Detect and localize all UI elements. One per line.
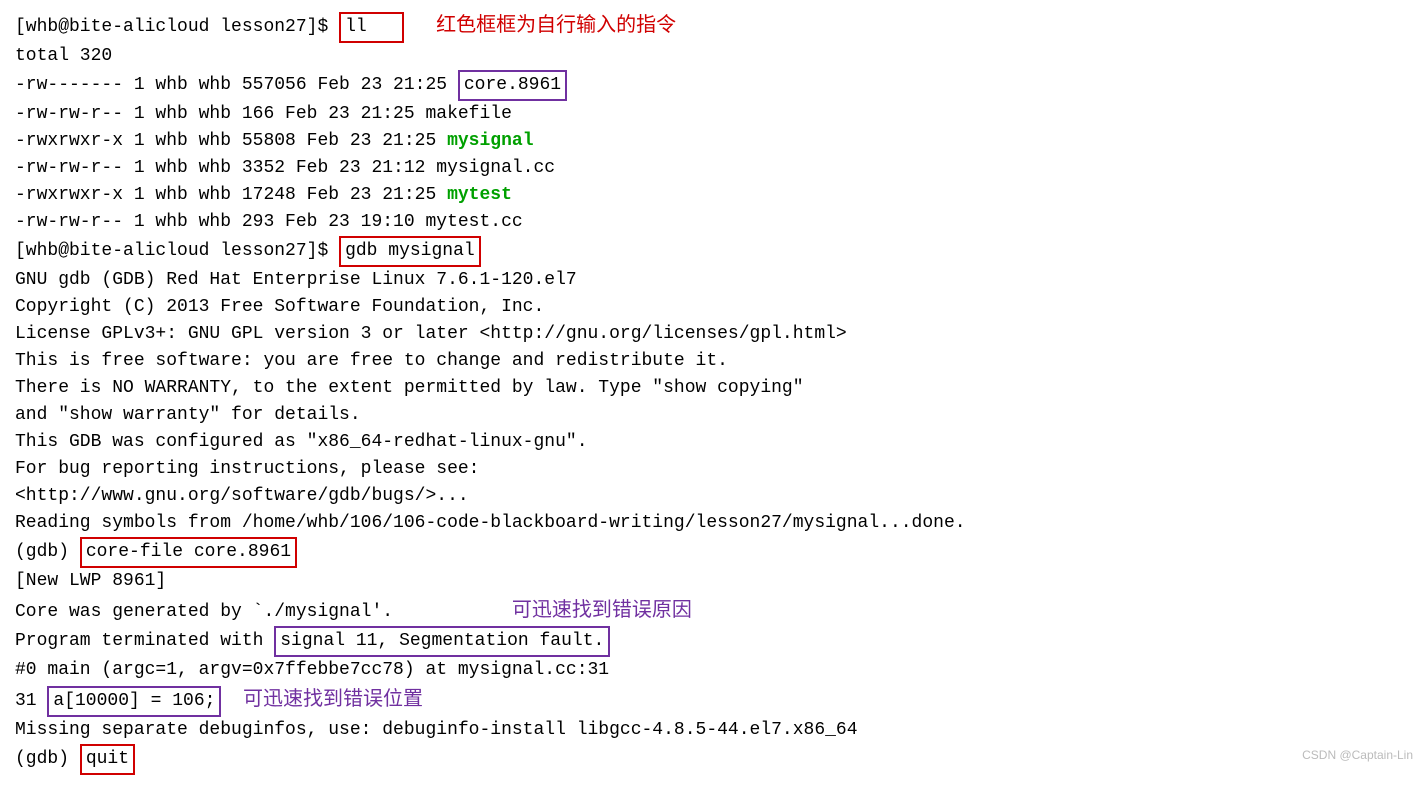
annotation-purple-location: 可迅速找到错误位置 [243,688,423,710]
annotation-purple-reason: 可迅速找到错误原因 [512,599,692,621]
shell-prompt: [whb@bite-alicloud lesson27]$ [15,17,339,37]
command-core-file[interactable]: core-file core.8961 [80,537,297,568]
executable-name: mysignal [447,131,533,151]
command-ll[interactable]: ll [339,12,404,43]
file-line: -rwxrwxr-x 1 whb whb 17248 Feb 23 21:25 … [15,182,1408,209]
signal-fault-box: signal 11, Segmentation fault. [274,626,610,657]
gdb-output: GNU gdb (GDB) Red Hat Enterprise Linux 7… [15,267,1408,294]
gdb-output: License GPLv3+: GNU GPL version 3 or lat… [15,321,1408,348]
gdb-prompt: (gdb) [15,749,80,769]
command-quit[interactable]: quit [80,744,135,775]
gdb-output: Missing separate debuginfos, use: debugi… [15,717,1408,744]
file-line: -rwxrwxr-x 1 whb whb 55808 Feb 23 21:25 … [15,128,1408,155]
executable-name: mytest [447,185,512,205]
gdb-frame: #0 main (argc=1, argv=0x7ffebbe7cc78) at… [15,657,1408,684]
watermark: CSDN @Captain-Lin [1302,746,1413,764]
core-file-name: core.8961 [458,70,567,101]
file-line: -rw-rw-r-- 1 whb whb 293 Feb 23 19:10 my… [15,209,1408,236]
gdb-output: For bug reporting instructions, please s… [15,456,1408,483]
shell-prompt: [whb@bite-alicloud lesson27]$ [15,241,339,261]
error-code-box: a[10000] = 106; [47,686,221,717]
file-line: -rw-rw-r-- 1 whb whb 166 Feb 23 21:25 ma… [15,101,1408,128]
file-line: -rw-rw-r-- 1 whb whb 3352 Feb 23 21:12 m… [15,155,1408,182]
gdb-output: There is NO WARRANTY, to the extent perm… [15,375,1408,402]
gdb-output: This GDB was configured as "x86_64-redha… [15,429,1408,456]
gdb-output: This is free software: you are free to c… [15,348,1408,375]
gdb-prompt: (gdb) [15,542,80,562]
gdb-output: Reading symbols from /home/whb/106/106-c… [15,510,1408,537]
file-line: -rw------- 1 whb whb 557056 Feb 23 21:25… [15,70,1408,101]
terminal-output: [whb@bite-alicloud lesson27]$ ll 红色框框为自行… [15,10,1408,775]
command-gdb[interactable]: gdb mysignal [339,236,481,267]
gdb-source-line: 31 [15,691,47,711]
gdb-output: <http://www.gnu.org/software/gdb/bugs/>.… [15,483,1408,510]
gdb-output: Program terminated with [15,631,274,651]
total-line: total 320 [15,43,1408,70]
gdb-output: Copyright (C) 2013 Free Software Foundat… [15,294,1408,321]
gdb-output: Core was generated by `./mysignal'. [15,602,393,622]
gdb-output: and "show warranty" for details. [15,402,1408,429]
gdb-output: [New LWP 8961] [15,568,1408,595]
annotation-red: 红色框框为自行输入的指令 [436,14,676,36]
